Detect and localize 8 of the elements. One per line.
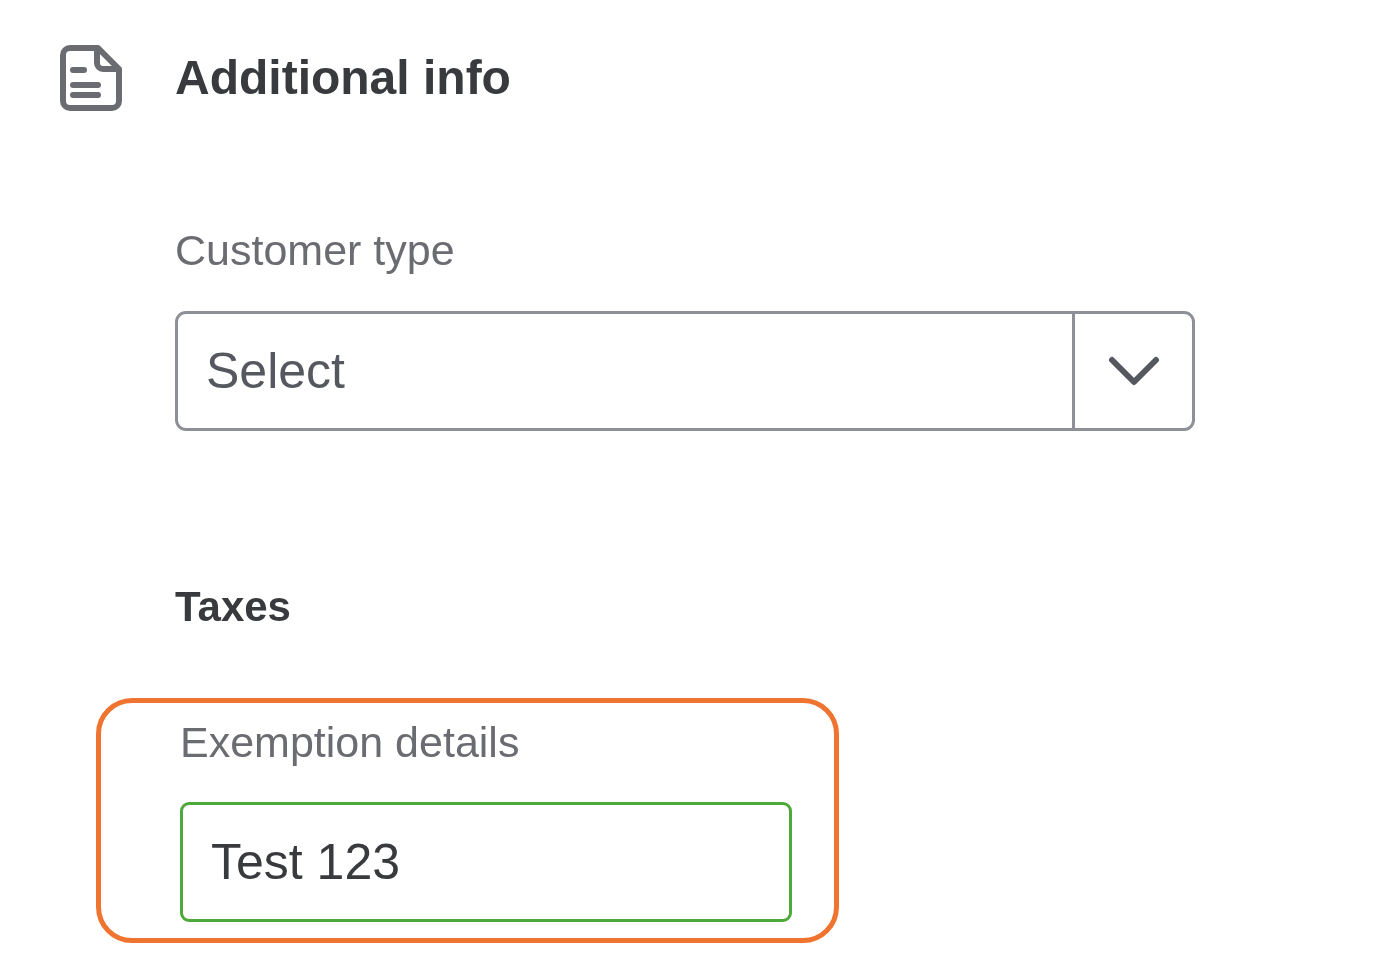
field-label: Customer type <box>175 225 455 276</box>
field-label: Exemption details <box>180 717 520 768</box>
customer-type-dropdown[interactable]: Select <box>175 310 1195 431</box>
section-title: Additional info <box>175 50 511 107</box>
chevron-down-icon <box>1107 355 1160 386</box>
document-icon <box>60 45 122 111</box>
exemption-details-input[interactable]: Test 123 <box>180 801 792 922</box>
section-heading: Taxes <box>175 581 291 632</box>
